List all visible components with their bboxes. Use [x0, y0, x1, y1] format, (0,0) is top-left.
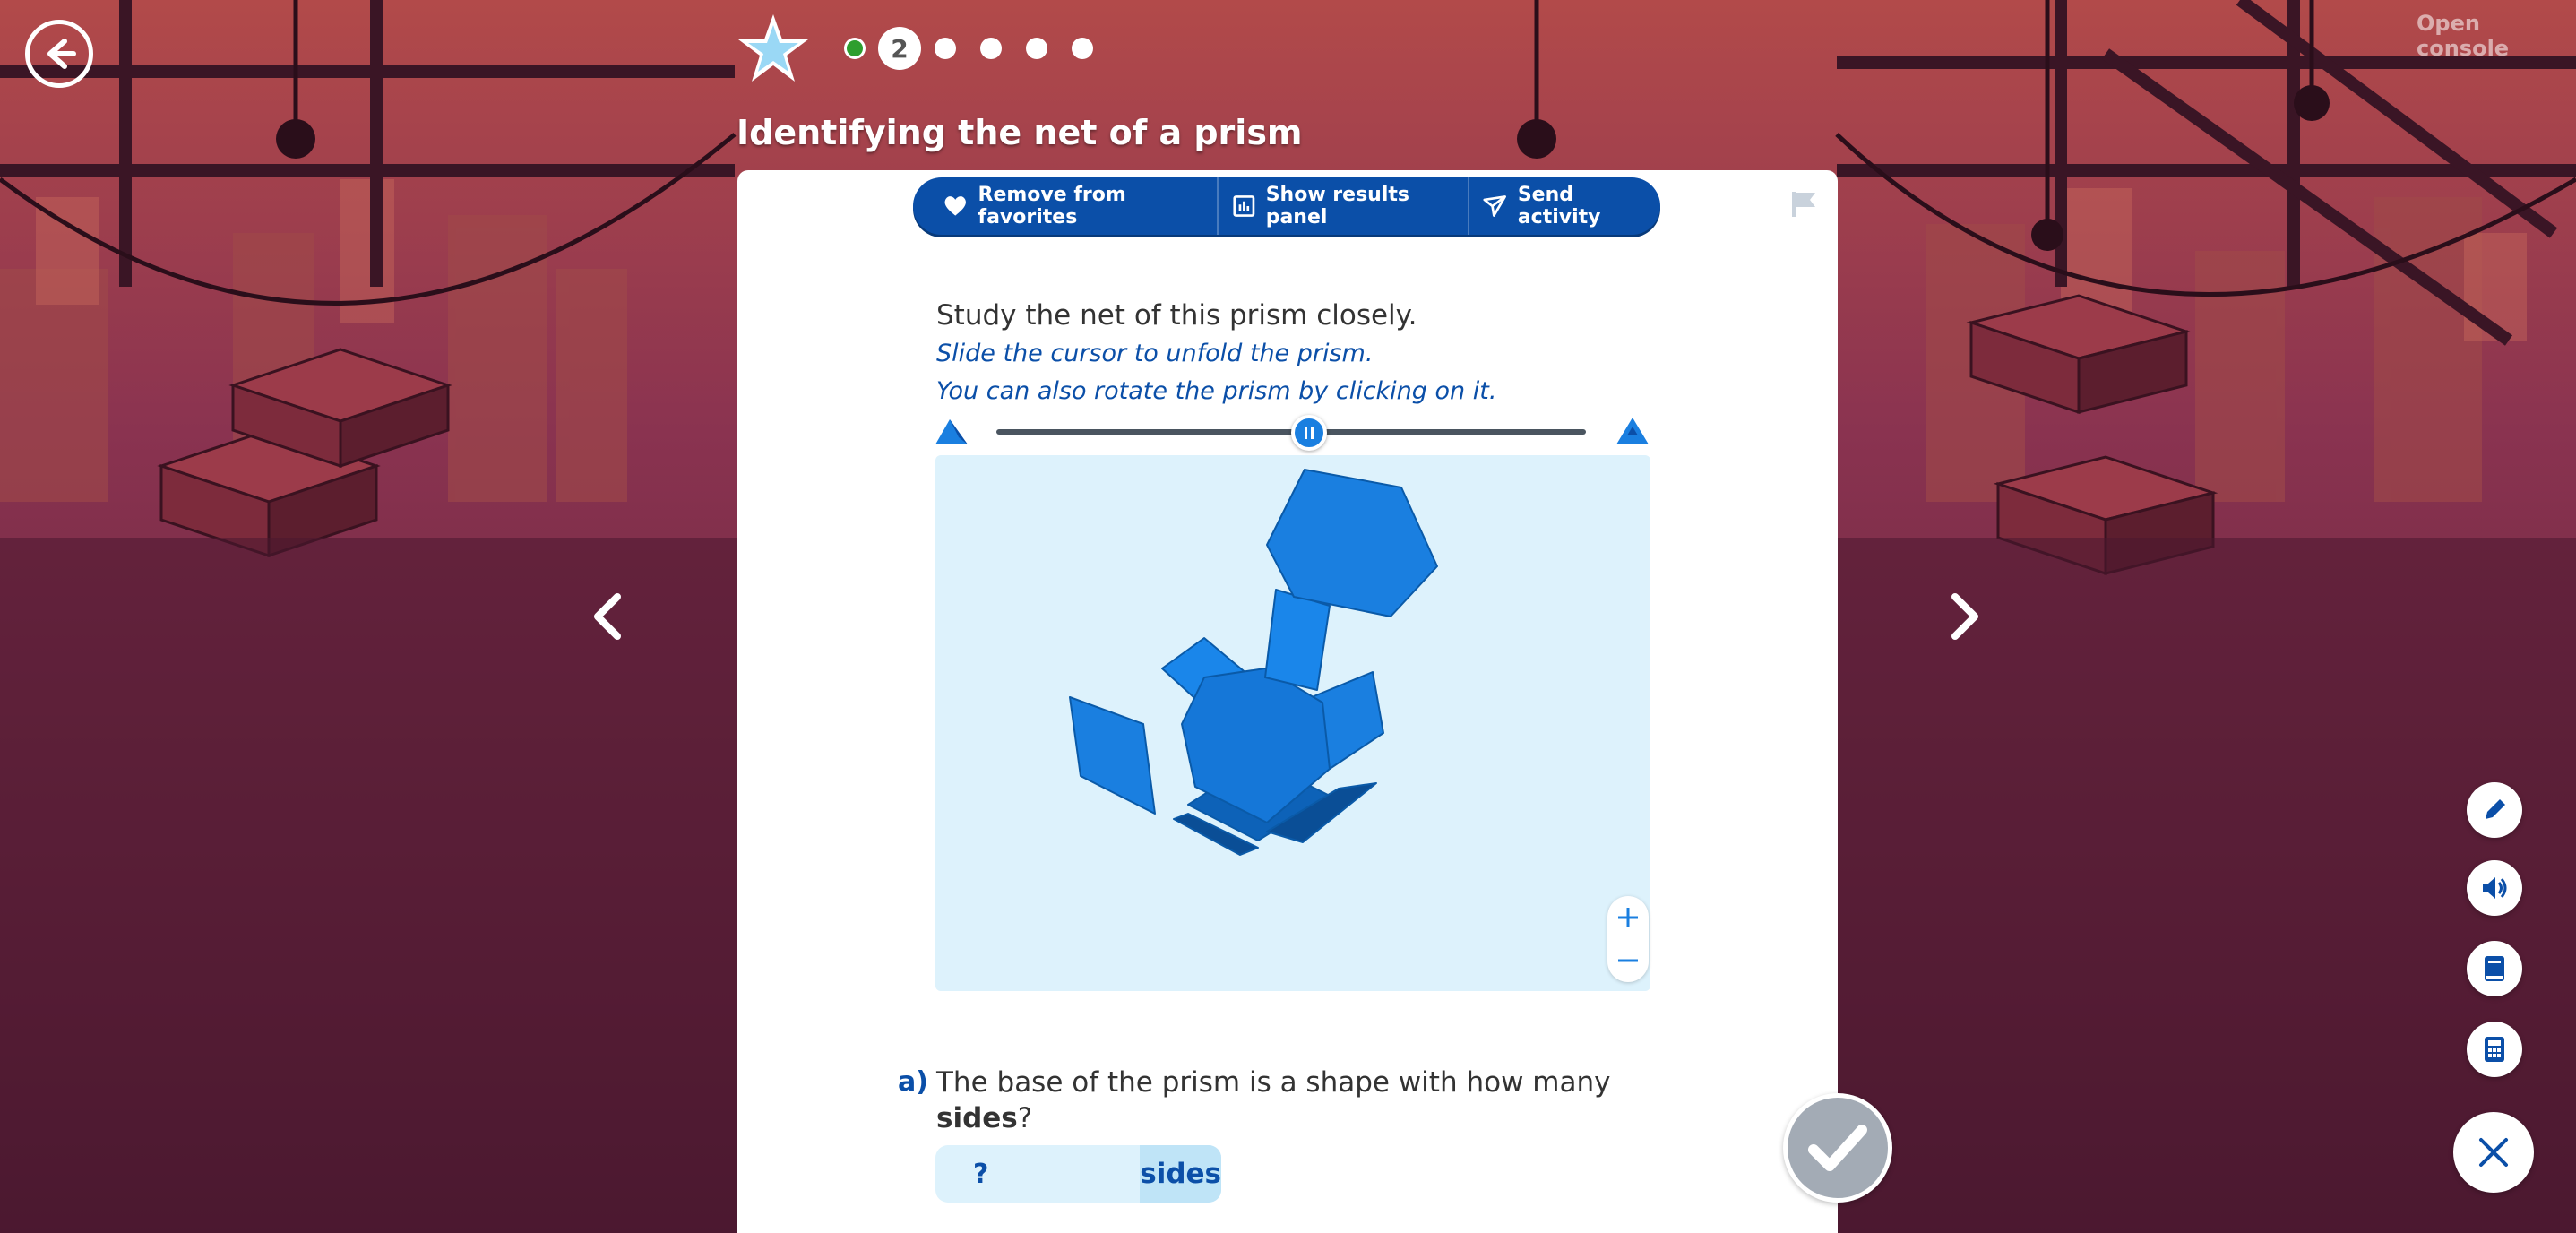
activity-toolbar: Remove from favorites Show results panel… [913, 177, 1660, 235]
glossary-button[interactable] [2467, 941, 2522, 996]
show-results-label: Show results panel [1265, 184, 1409, 228]
question-text: The base of the prism is a shape with ho… [936, 1065, 1617, 1136]
previous-arrow-icon[interactable] [587, 591, 628, 642]
heart-icon [944, 196, 966, 216]
open-console-link[interactable]: Open console [2417, 11, 2576, 61]
instruction-rotate: You can also rotate the prism by clickin… [936, 377, 1497, 405]
book-icon [2485, 956, 2504, 981]
answer-unit-label: sides [1140, 1145, 1221, 1203]
progress-step-5[interactable] [1026, 38, 1047, 59]
audio-button[interactable] [2467, 860, 2522, 916]
progress-step-3[interactable] [935, 38, 956, 59]
zoom-controls [1607, 896, 1649, 982]
bar-chart-icon [1233, 195, 1255, 217]
progress-step-6[interactable] [1072, 38, 1093, 59]
pause-icon [1305, 427, 1314, 439]
instruction-slide: Slide the cursor to unfold the prism. [936, 340, 1374, 367]
star-icon[interactable] [735, 11, 812, 86]
arrow-left-icon [47, 39, 76, 69]
zoom-in-icon[interactable] [1615, 905, 1641, 930]
progress-step-1[interactable] [844, 38, 866, 59]
folded-prism-icon [935, 419, 968, 444]
current-step-number: 2 [891, 33, 909, 64]
answer-input[interactable]: ? [935, 1145, 1140, 1203]
show-results-button[interactable]: Show results panel [1219, 177, 1468, 235]
pencil-tool-button[interactable] [2467, 782, 2522, 838]
progress-step-current[interactable]: 2 [878, 27, 921, 70]
send-activity-label: Send activity [1517, 184, 1601, 228]
zoom-out-icon[interactable] [1615, 948, 1641, 973]
send-activity-button[interactable]: Send activity [1469, 177, 1660, 235]
unfold-slider-handle[interactable] [1291, 415, 1327, 451]
instruction-main: Study the net of this prism closely. [936, 299, 1417, 332]
next-arrow-icon[interactable] [1944, 591, 1986, 642]
answer-field[interactable]: ? sides [935, 1145, 1221, 1203]
remove-favorites-button[interactable]: Remove from favorites [913, 177, 1217, 235]
progress-step-4[interactable] [980, 38, 1002, 59]
calculator-icon [2485, 1037, 2504, 1062]
question-text-bold: sides [936, 1102, 1018, 1134]
close-button[interactable] [2453, 1112, 2534, 1193]
question-text-start: The base of the prism is a shape with ho… [936, 1066, 1611, 1099]
activity-title: Identifying the net of a prism [737, 113, 1303, 152]
hexagonal-prism-net[interactable] [935, 455, 1650, 991]
speaker-icon [2483, 877, 2507, 899]
send-icon [1483, 195, 1507, 217]
calculator-button[interactable] [2467, 1022, 2522, 1077]
flag-icon[interactable] [1788, 188, 1819, 219]
unfolded-prism-icon [1616, 418, 1649, 444]
submit-check-button[interactable] [1783, 1093, 1892, 1203]
pencil-icon [2486, 799, 2505, 819]
question-text-end: ? [1017, 1102, 1033, 1134]
remove-favorites-label: Remove from favorites [978, 184, 1126, 228]
prism-net-viewer[interactable] [935, 455, 1650, 991]
close-icon [2479, 1138, 2508, 1167]
question-marker: a) [898, 1066, 928, 1098]
back-button[interactable] [25, 20, 93, 88]
checkmark-icon [1808, 1125, 1867, 1171]
